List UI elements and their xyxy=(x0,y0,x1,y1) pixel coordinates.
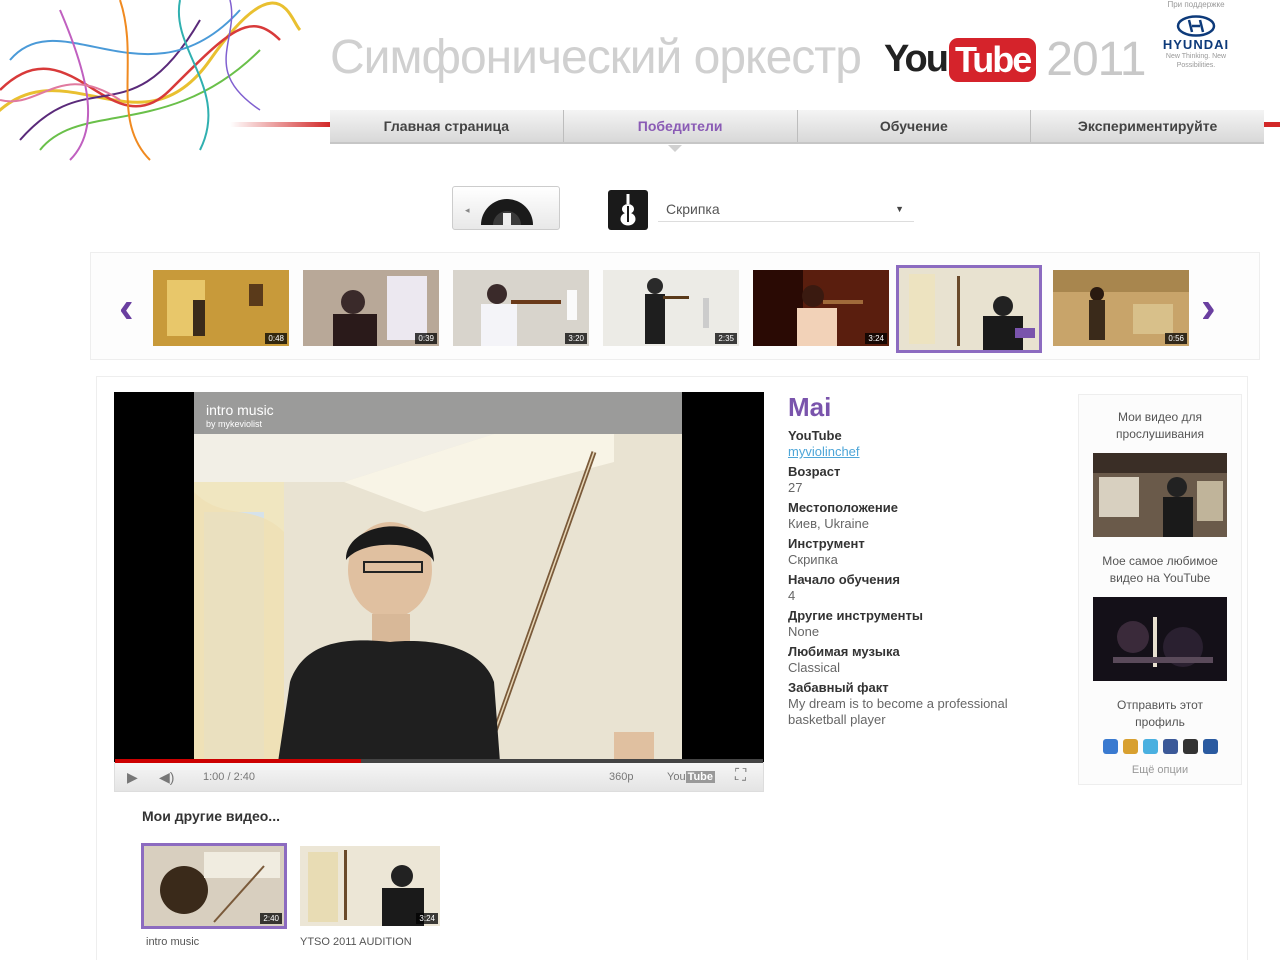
digg-icon[interactable] xyxy=(1122,739,1138,754)
nav-active-pointer xyxy=(668,145,682,152)
thumb-duration: 3:24 xyxy=(416,913,438,924)
nav-experiment[interactable]: Экспериментируйте xyxy=(1031,110,1264,142)
instrument-dropdown[interactable]: Скрипка ▼ xyxy=(658,196,914,222)
thumb-duration: 2:40 xyxy=(260,913,282,924)
profile-music-label: Любимая музыка xyxy=(788,644,900,659)
video-title-overlay: intro music by mykeviolist xyxy=(194,392,682,434)
carousel-prev-arrow-icon[interactable]: ‹ xyxy=(119,283,134,333)
header-red-line-right xyxy=(1262,122,1280,127)
quality-selector[interactable]: 360p xyxy=(609,771,633,783)
profile-other-instruments-value: None xyxy=(788,624,820,639)
volume-icon[interactable]: ◀) xyxy=(159,769,174,786)
thumb-duration: 3:20 xyxy=(565,333,587,344)
event-year: 2011 xyxy=(1046,33,1146,86)
instrument-dropdown-value: Скрипка xyxy=(666,201,720,217)
violin-icon xyxy=(608,190,648,230)
profile-location-label: Местоположение xyxy=(788,500,898,515)
profile-age-label: Возраст xyxy=(788,464,841,479)
thumb-duration: 3:24 xyxy=(865,333,887,344)
youtube-logo[interactable]: You Tube 2011 xyxy=(884,32,1147,87)
nav-winners[interactable]: Победители xyxy=(564,110,798,142)
video-progress-fill xyxy=(115,759,362,763)
sponsor-tagline: New Thinking. New Possibilities. xyxy=(1165,53,1227,69)
facebook-icon[interactable] xyxy=(1162,739,1178,754)
carousel-thumb[interactable]: 3:24 xyxy=(753,270,889,346)
share-icons-row xyxy=(1079,739,1241,754)
other-video-caption[interactable]: intro music xyxy=(146,936,199,948)
video-thumbnail-image xyxy=(899,268,1039,350)
bookmark-icon[interactable] xyxy=(1202,739,1218,754)
sponsor-name: HYUNDAI xyxy=(1162,37,1230,52)
profile-other-instruments-label: Другие инструменты xyxy=(788,608,923,623)
carousel-thumb[interactable]: 3:20 xyxy=(453,270,589,346)
site-title: Симфонический оркестр xyxy=(330,31,862,84)
video-player[interactable]: intro music by mykeviolist xyxy=(114,392,764,762)
carousel-thumb[interactable]: 0:48 xyxy=(153,270,289,346)
thumb-duration: 2:35 xyxy=(715,333,737,344)
carousel-thumb[interactable]: 0:39 xyxy=(303,270,439,346)
svg-text:◂: ◂ xyxy=(465,206,470,216)
profile-start-label: Начало обучения xyxy=(788,572,900,587)
youtube-logo-tube: Tube xyxy=(948,37,1037,82)
other-video-caption[interactable]: YTSO 2011 AUDITION xyxy=(300,936,412,948)
sponsor-block[interactable]: При поддержке HYUNDAI New Thinking. New … xyxy=(1148,0,1244,70)
twitter-icon[interactable] xyxy=(1142,739,1158,754)
profile-youtube-label: YouTube xyxy=(788,428,842,443)
dropdown-arrow-icon: ▼ xyxy=(895,204,904,214)
other-videos-heading: Мои другие видео... xyxy=(142,808,280,824)
profile-fact-label: Забавный факт xyxy=(788,680,889,695)
myspace-icon[interactable] xyxy=(1182,739,1198,754)
ribbon-swirl-graphic xyxy=(0,0,302,161)
carousel-thumb[interactable]: 0:56 xyxy=(1053,270,1189,346)
audition-video-title: Мои видео для прослушивания xyxy=(1116,410,1204,441)
youtube-small-logo-icon[interactable]: You Tube xyxy=(667,771,716,783)
fullscreen-icon[interactable]: ⛶ xyxy=(735,767,746,785)
play-icon[interactable]: ▶ xyxy=(127,769,138,786)
profile-music-value: Classical xyxy=(788,660,841,675)
record-dial-button[interactable]: ◂ xyxy=(452,186,560,230)
thumb-duration: 0:56 xyxy=(1165,333,1187,344)
winner-profile: Mai YouTube myviolinchef Возраст 27 Мест… xyxy=(788,392,1068,728)
video-progress-bar[interactable] xyxy=(115,759,763,763)
favorite-video-thumbnail[interactable] xyxy=(1093,597,1227,681)
player-controls: ▶ ◀) 1:00 / 2:40 360p You Tube ⛶ xyxy=(114,759,764,792)
hyundai-logo-icon xyxy=(1176,15,1216,37)
video-uploader: by mykeviolist xyxy=(206,419,263,429)
nav-home[interactable]: Главная страница xyxy=(330,110,564,142)
carousel-thumb-selected[interactable] xyxy=(896,265,1042,353)
header-red-line xyxy=(230,122,330,127)
nav-learn[interactable]: Обучение xyxy=(798,110,1032,142)
profile-age-value: 27 xyxy=(788,480,803,495)
share-profile-title: Отправить этот профиль xyxy=(1117,698,1203,729)
video-time: 1:00 / 2:40 xyxy=(203,771,255,783)
profile-fact-value: My dream is to become a professional bas… xyxy=(788,696,1008,727)
youtube-logo-you: You xyxy=(884,38,949,80)
profile-youtube-link[interactable]: myviolinchef xyxy=(788,444,860,459)
winners-carousel: ‹ 0:48 0:39 3:20 2:35 3:24 0:56 › xyxy=(90,252,1260,360)
audition-video-thumbnail[interactable] xyxy=(1093,453,1227,537)
profile-sidebar: Мои видео для прослушивания Мое самое лю… xyxy=(1078,394,1242,785)
record-dial-icon: ◂ xyxy=(465,199,533,225)
profile-location-value: Киев, Ukraine xyxy=(788,516,869,531)
thumb-duration: 0:48 xyxy=(265,333,287,344)
audition-video-box: Мои видео для прослушивания Мое самое лю… xyxy=(1078,394,1242,785)
site-header: Симфонический оркестр You Tube 2011 При … xyxy=(0,0,1280,165)
profile-name: Mai xyxy=(788,392,832,422)
carousel-next-arrow-icon[interactable]: › xyxy=(1201,283,1216,333)
share-more-options[interactable]: Ещё опции xyxy=(1079,764,1241,776)
profile-instrument-label: Инструмент xyxy=(788,536,865,551)
thumb-duration: 0:39 xyxy=(415,333,437,344)
profile-start-value: 4 xyxy=(788,588,796,603)
video-title: intro music xyxy=(206,402,274,418)
delicious-icon[interactable] xyxy=(1102,739,1118,754)
other-video-thumb-selected[interactable]: 2:40 xyxy=(141,843,287,929)
video-frame-image xyxy=(194,392,682,762)
favorite-video-title: Мое самое любимое видео на YouTube xyxy=(1102,554,1218,585)
sponsor-label: При поддержке xyxy=(1167,0,1225,9)
other-video-thumb[interactable]: 3:24 xyxy=(300,846,440,926)
profile-instrument-value: Скрипка xyxy=(788,552,838,567)
carousel-thumb[interactable]: 2:35 xyxy=(603,270,739,346)
main-nav: Главная страница Победители Обучение Экс… xyxy=(330,110,1264,144)
